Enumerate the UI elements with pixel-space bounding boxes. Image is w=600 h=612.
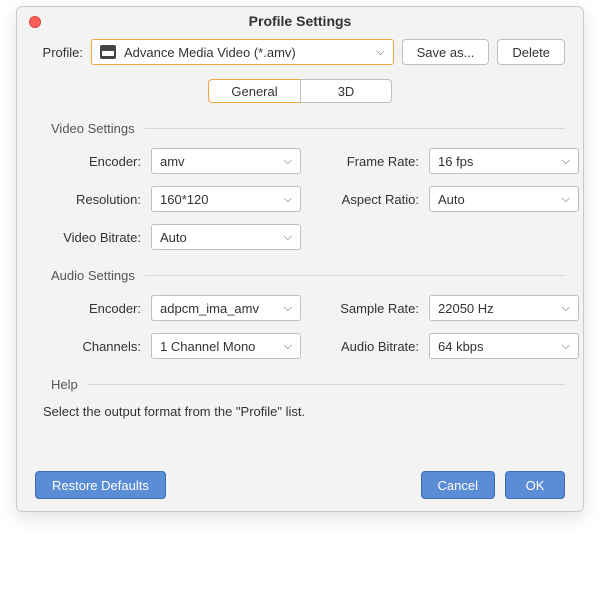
window-title: Profile Settings (249, 13, 352, 29)
profile-label: Profile: (35, 45, 83, 60)
sample-rate-label: Sample Rate: (309, 301, 421, 316)
audio-encoder-select[interactable]: adpcm_ima_amv⌵ (151, 295, 301, 321)
cancel-button[interactable]: Cancel (421, 471, 495, 499)
audio-settings-section: Audio Settings Encoder: adpcm_ima_amv⌵ S… (35, 268, 565, 359)
profile-settings-window: Profile Settings Profile: Advance Media … (16, 6, 584, 512)
profile-select[interactable]: Advance Media Video (*.amv) ⌵ (91, 39, 394, 65)
tab-bar: General 3D (35, 79, 565, 103)
tab-general[interactable]: General (208, 79, 300, 103)
ok-button[interactable]: OK (505, 471, 565, 499)
close-icon[interactable] (29, 16, 41, 28)
chevron-down-icon: ⌵ (562, 155, 570, 168)
video-encoder-label: Encoder: (43, 154, 143, 169)
chevron-down-icon: ⌵ (562, 340, 570, 353)
channels-label: Channels: (43, 339, 143, 354)
profile-selected: Advance Media Video (*.amv) (124, 45, 296, 60)
video-bitrate-label: Video Bitrate: (43, 230, 143, 245)
channels-select[interactable]: 1 Channel Mono⌵ (151, 333, 301, 359)
video-encoder-select[interactable]: amv⌵ (151, 148, 301, 174)
tab-3d[interactable]: 3D (300, 79, 392, 103)
titlebar: Profile Settings (17, 7, 583, 39)
help-text: Select the output format from the "Profi… (43, 404, 565, 419)
aspect-ratio-label: Aspect Ratio: (309, 192, 421, 207)
profile-row: Profile: Advance Media Video (*.amv) ⌵ S… (35, 39, 565, 65)
chevron-down-icon: ⌵ (284, 155, 292, 168)
save-as-button[interactable]: Save as... (402, 39, 490, 65)
audio-bitrate-select[interactable]: 64 kbps⌵ (429, 333, 579, 359)
sample-rate-select[interactable]: 22050 Hz⌵ (429, 295, 579, 321)
resolution-label: Resolution: (43, 192, 143, 207)
help-heading: Help (35, 377, 565, 392)
chevron-down-icon: ⌵ (284, 231, 292, 244)
audio-encoder-label: Encoder: (43, 301, 143, 316)
resolution-select[interactable]: 160*120⌵ (151, 186, 301, 212)
content-area: Profile: Advance Media Video (*.amv) ⌵ S… (17, 39, 583, 419)
aspect-ratio-select[interactable]: Auto⌵ (429, 186, 579, 212)
chevron-down-icon: ⌵ (284, 193, 292, 206)
footer: Restore Defaults Cancel OK (17, 471, 583, 499)
chevron-down-icon: ⌵ (562, 302, 570, 315)
audio-settings-heading: Audio Settings (35, 268, 565, 283)
video-settings-heading: Video Settings (35, 121, 565, 136)
frame-rate-label: Frame Rate: (309, 154, 421, 169)
chevron-down-icon: ⌵ (284, 340, 292, 353)
video-bitrate-select[interactable]: Auto⌵ (151, 224, 301, 250)
chevron-down-icon: ⌵ (284, 302, 292, 315)
help-section: Help Select the output format from the "… (35, 377, 565, 419)
frame-rate-select[interactable]: 16 fps⌵ (429, 148, 579, 174)
restore-defaults-button[interactable]: Restore Defaults (35, 471, 166, 499)
audio-bitrate-label: Audio Bitrate: (309, 339, 421, 354)
chevron-down-icon: ⌵ (376, 46, 384, 59)
chevron-down-icon: ⌵ (562, 193, 570, 206)
format-icon (100, 45, 116, 59)
delete-button[interactable]: Delete (497, 39, 565, 65)
video-settings-section: Video Settings Encoder: amv⌵ Frame Rate:… (35, 121, 565, 250)
